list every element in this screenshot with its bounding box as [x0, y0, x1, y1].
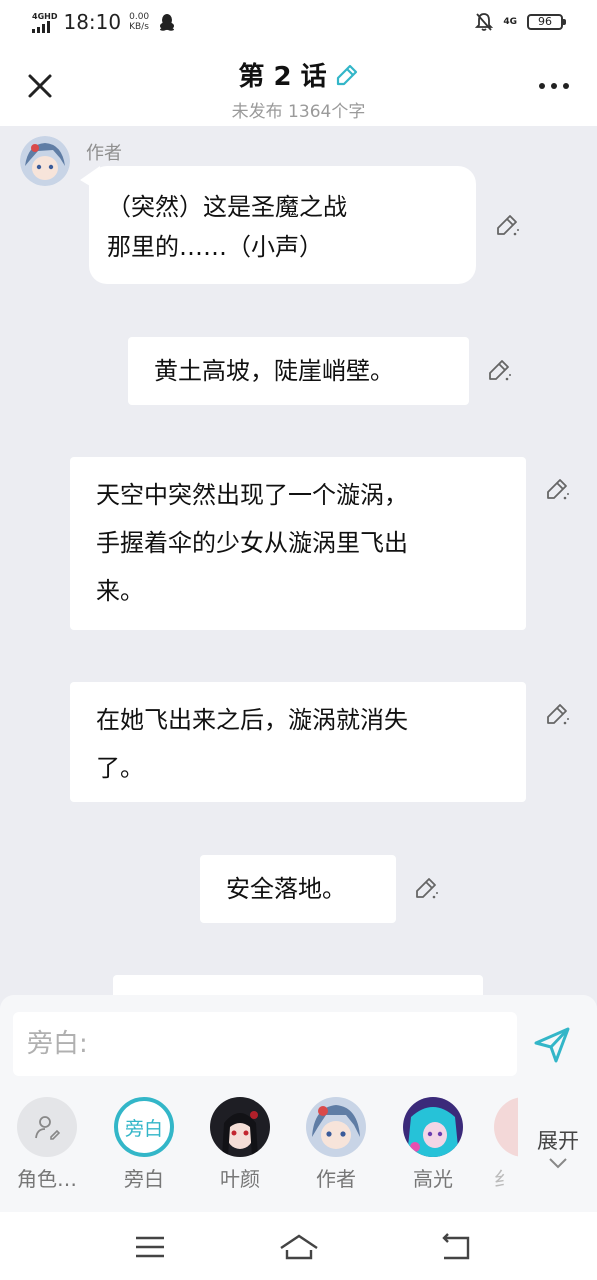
message-text: 了。 [96, 754, 144, 782]
menu-icon[interactable] [130, 1230, 170, 1264]
character-gaoguang[interactable]: 高光 [398, 1097, 468, 1192]
message-text: （突然）这是圣魔之战 [107, 193, 347, 221]
network-speed: 0.00 KB/s [129, 12, 149, 32]
message-text: 那里的……（小声） [107, 233, 323, 261]
battery-icon: 96 [527, 14, 566, 30]
message-text: 来。 [96, 577, 144, 605]
character-label: 高光 [413, 1167, 453, 1191]
more-options-icon[interactable] [539, 76, 569, 96]
header: 第 2 话 未发布 1364个字 [0, 46, 597, 126]
send-icon[interactable] [532, 1025, 572, 1065]
composer-panel: 角色… 旁白 旁白 叶颜 [0, 995, 597, 1212]
message-text: 黄土高坡，陡崖峭壁。 [154, 357, 394, 385]
narration-block[interactable]: 安全落地。 [200, 855, 396, 923]
character-partial[interactable]: 纟 [494, 1097, 518, 1192]
back-icon[interactable] [436, 1230, 476, 1264]
status-bar: 4GHD 18:10 0.00 KB/s 4G 96 [0, 0, 597, 46]
page-title: 第 2 话 [238, 62, 327, 92]
bell-muted-icon [475, 13, 494, 31]
battery-level: 96 [538, 15, 552, 28]
narration-block[interactable]: 黄土高坡，陡崖峭壁。 [128, 337, 469, 405]
message-text: 天空中突然出现了一个漩涡， [96, 481, 408, 509]
message-bubble[interactable]: （突然）这是圣魔之战 那里的……（小声） [89, 166, 476, 284]
network-speed-value: 0.00 [129, 12, 150, 22]
expand-button[interactable]: 展开 [527, 1125, 589, 1174]
character-avatar [306, 1097, 366, 1157]
edit-message-icon[interactable] [413, 875, 439, 901]
network-speed-unit: KB/s [129, 22, 149, 32]
narration-block[interactable]: 在她飞出来之后，漩涡就消失 了。 [70, 682, 526, 802]
character-narration[interactable]: 旁白 旁白 [109, 1097, 179, 1192]
narration-block[interactable] [113, 975, 483, 996]
narration-block[interactable]: 天空中突然出现了一个漩涡， 手握着伞的少女从漩涡里飞出 来。 [70, 457, 526, 630]
person-edit-icon [17, 1097, 77, 1157]
edit-message-icon[interactable] [544, 701, 570, 727]
chat-area: 作者 （突然）这是圣魔之战 那里的……（小声） 黄土高坡，陡崖峭壁。 天空中突然… [0, 126, 597, 996]
character-label: 旁白 [124, 1167, 164, 1191]
edit-message-icon[interactable] [486, 357, 512, 383]
expand-label: 展开 [537, 1129, 579, 1153]
narration-badge: 旁白 [124, 1117, 163, 1140]
author-avatar[interactable] [20, 136, 70, 186]
character-label: 纟 [494, 1167, 514, 1191]
edit-message-icon[interactable] [544, 476, 570, 502]
qq-penguin-icon [160, 14, 175, 31]
character-avatar [210, 1097, 270, 1157]
edit-title-icon[interactable] [335, 63, 359, 87]
character-label: 角色… [17, 1167, 77, 1191]
character-label: 叶颜 [220, 1167, 260, 1191]
message-text: 安全落地。 [226, 875, 346, 903]
message-text: 在她飞出来之后，漩涡就消失 [96, 706, 408, 734]
message-text: 手握着伞的少女从漩涡里飞出 [96, 529, 408, 557]
page-subtitle: 未发布 1364个字 [231, 102, 366, 122]
home-icon[interactable] [279, 1230, 319, 1264]
character-author[interactable]: 作者 [301, 1097, 371, 1192]
character-avatar [494, 1097, 518, 1157]
edit-message-icon[interactable] [494, 212, 520, 238]
mobile-data-indicator: 4G [503, 17, 517, 27]
system-nav-bar [0, 1212, 597, 1280]
clock: 18:10 [63, 10, 122, 34]
character-label: 作者 [316, 1167, 356, 1191]
narration-input[interactable] [13, 1012, 517, 1076]
signal-icon: 4GHD [32, 12, 57, 33]
character-yeyan[interactable]: 叶颜 [205, 1097, 275, 1192]
author-label: 作者 [86, 143, 122, 164]
character-avatar [403, 1097, 463, 1157]
chevron-down-icon [549, 1158, 567, 1169]
network-type: 4GHD [32, 11, 58, 21]
character-roles[interactable]: 角色… [12, 1097, 82, 1192]
